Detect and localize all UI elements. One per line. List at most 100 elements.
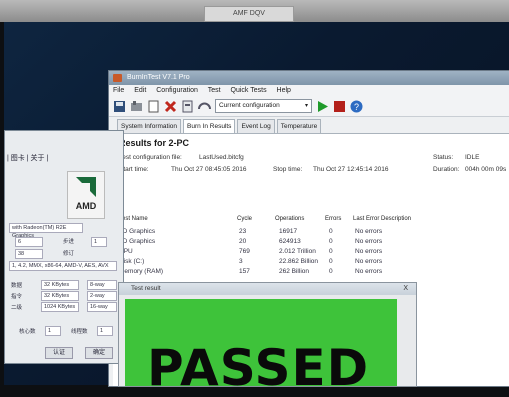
step-label: 步进: [63, 239, 75, 245]
row-last-error: No errors: [355, 258, 383, 265]
dialog-title: Test result: [131, 285, 161, 292]
col-cycle[interactable]: Cycle: [237, 216, 252, 222]
gpu-name-field: with Radeon(TM) R2E Graphics: [9, 223, 83, 239]
cache-l2-size: 1024 KBytes: [41, 302, 79, 312]
cache-l1d-size: 32 KBytes: [41, 280, 79, 290]
cache-l2-way: 16-way: [87, 302, 117, 312]
cache-l1i-size: 32 KBytes: [41, 291, 79, 301]
cache-l1d-label: 数据: [11, 283, 23, 289]
amd-logo: AMD: [67, 171, 105, 219]
tab-burn-in-results[interactable]: Burn In Results: [183, 119, 236, 133]
threads-field: 1: [97, 326, 113, 336]
gauge-icon[interactable]: [198, 100, 211, 113]
tab-temperature[interactable]: Temperature: [276, 119, 322, 133]
amd-logo-mark: [76, 177, 96, 197]
row-operations: 2.012 Trillion: [279, 248, 316, 255]
stop-time-label: Stop time:: [273, 166, 303, 173]
row-operations: 22.862 Billion: [279, 258, 319, 265]
menu-configuration[interactable]: Configuration: [156, 87, 198, 94]
row-errors: 0: [329, 268, 333, 275]
test-result-dialog: Test result X PASSED: [118, 282, 417, 397]
row-last-error: No errors: [355, 228, 383, 235]
delete-icon[interactable]: [164, 100, 177, 113]
row-last-error: No errors: [355, 238, 383, 245]
app-icon: [113, 74, 122, 82]
cache-l1i-label: 指令: [11, 294, 23, 300]
status-label: Status:: [433, 154, 454, 161]
menu-help[interactable]: Help: [277, 87, 291, 94]
report-icon[interactable]: [181, 100, 194, 113]
toolbar: Current configuration ▾ ?: [109, 96, 509, 117]
validate-button[interactable]: 认证: [45, 347, 73, 359]
row-last-error: No errors: [355, 248, 383, 255]
row-operations: 16917: [279, 228, 298, 235]
family-field: 6: [15, 237, 43, 247]
row-cycle: 769: [239, 248, 250, 255]
clear-icon[interactable]: [147, 100, 160, 113]
save-icon[interactable]: [113, 100, 126, 113]
menu-quick-tests[interactable]: Quick Tests: [231, 87, 267, 94]
row-last-error: No errors: [355, 268, 383, 275]
row-cycle: 23: [239, 228, 247, 235]
result-banner: PASSED: [125, 299, 397, 397]
configuration-select[interactable]: Current configuration ▾: [215, 99, 312, 113]
row-test-name: Memory (RAM): [119, 268, 164, 275]
config-file-label: Test configuration file:: [119, 154, 182, 161]
window-titlebar[interactable]: BurnInTest V7.1 Pro: [109, 71, 509, 85]
help-icon[interactable]: ?: [350, 100, 363, 113]
config-file-value: LastUsed.bitcfg: [199, 154, 244, 161]
col-operations[interactable]: Operations: [275, 216, 304, 222]
menu-bar: File Edit Configuration Test Quick Tests…: [109, 85, 509, 96]
tab-system-information[interactable]: System Information: [117, 119, 181, 133]
stop-time-value: Thu Oct 27 12:45:14 2016: [313, 166, 389, 173]
close-icon[interactable]: X: [403, 283, 408, 295]
duration-label: Duration:: [433, 166, 460, 173]
threads-label: 线程数: [71, 329, 88, 335]
row-operations: 624913: [279, 238, 301, 245]
amd-logo-text: AMD: [75, 201, 97, 211]
cache-l1d-way: 8-way: [87, 280, 117, 290]
row-errors: 0: [329, 258, 333, 265]
menu-file[interactable]: File: [113, 87, 124, 94]
cores-label: 核心数: [19, 329, 36, 335]
play-icon[interactable]: [316, 100, 329, 113]
row-operations: 262 Billion: [279, 268, 309, 275]
row-test-name: 3D Graphics: [119, 238, 156, 245]
duration-value: 004h 00m 09s: [465, 166, 507, 173]
svg-text:?: ?: [354, 102, 359, 112]
row-cycle: 3: [239, 258, 243, 265]
row-errors: 0: [329, 238, 333, 245]
row-errors: 0: [329, 228, 333, 235]
model-field: 38: [15, 249, 43, 259]
instructions-field: 1, 4.2, MMX, x86-64, AMD-V, AES, AVX: [9, 261, 117, 271]
dialog-titlebar[interactable]: Test result X: [119, 283, 416, 295]
col-last-error[interactable]: Last Error Description: [353, 216, 411, 222]
cores-field: 1: [45, 326, 61, 336]
tab-event-log[interactable]: Event Log: [237, 119, 275, 133]
revision-label: 修订: [63, 251, 75, 257]
menu-edit[interactable]: Edit: [134, 87, 146, 94]
tab-strip: System Information Burn In Results Event…: [109, 119, 509, 133]
result-text: PASSED: [147, 339, 370, 397]
col-errors[interactable]: Errors: [325, 216, 341, 222]
status-value: IDLE: [465, 154, 480, 161]
chevron-down-icon: ▾: [304, 103, 308, 109]
cache-l2-label: 二级: [11, 305, 23, 311]
row-cycle: 20: [239, 238, 247, 245]
confirm-button[interactable]: 确定: [85, 347, 113, 359]
cpu-info-tabs[interactable]: | 图卡 | 关于 |: [7, 153, 48, 163]
window-title: BurnInTest V7.1 Pro: [127, 74, 190, 81]
results-title: Results for 2-PC: [119, 138, 190, 148]
cpu-info-window: | 图卡 | 关于 | AMD with Radeon(TM) R2E Grap…: [4, 130, 124, 364]
monitor-label: AMF DQV: [204, 6, 294, 22]
row-test-name: 2D Graphics: [119, 228, 156, 235]
step-field: 1: [91, 237, 107, 247]
monitor-bezel: AMF DQV: [0, 0, 509, 22]
stop-icon[interactable]: [333, 100, 346, 113]
tools-icon[interactable]: [130, 100, 143, 113]
row-errors: 0: [329, 248, 333, 255]
start-time-value: Thu Oct 27 08:45:05 2016: [171, 166, 247, 173]
menu-test[interactable]: Test: [208, 87, 221, 94]
row-cycle: 157: [239, 268, 250, 275]
cache-l1i-way: 2-way: [87, 291, 117, 301]
